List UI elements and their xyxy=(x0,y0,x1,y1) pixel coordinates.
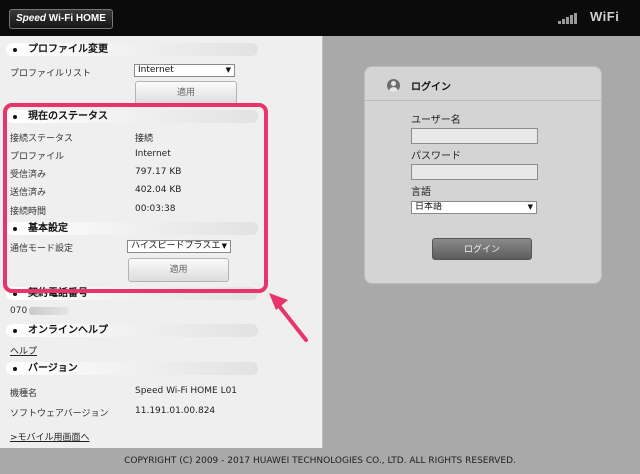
wifi-status-icon: WiFi xyxy=(590,9,620,24)
password-input[interactable] xyxy=(411,164,538,180)
logo-wifi-home-text: Wi-Fi HOME xyxy=(46,13,106,24)
mobile-view-link[interactable]: >モバイル用画面へ xyxy=(10,430,90,443)
model-name-value: Speed Wi-Fi HOME L01 xyxy=(135,386,238,396)
top-bar: Speed Wi-Fi HOME WiFi xyxy=(0,0,640,36)
user-icon xyxy=(387,79,400,92)
logo-speed-text: Speed xyxy=(16,13,47,24)
help-link[interactable]: ヘルプ xyxy=(10,344,37,357)
software-version-label: ソフトウェアバージョン xyxy=(10,409,109,419)
bullet-icon xyxy=(13,48,17,52)
profile-list-select[interactable]: Internet ▼ xyxy=(134,64,235,77)
login-button[interactable]: ログイン xyxy=(432,238,532,260)
contract-number-prefix: 070 xyxy=(10,306,28,316)
chevron-down-icon: ▼ xyxy=(225,66,231,74)
profile-apply-button[interactable]: 適用 xyxy=(135,81,237,105)
profile-list-selected: Internet xyxy=(138,65,174,75)
speed-wifi-home-logo: Speed Wi-Fi HOME xyxy=(9,9,113,29)
section-title: バージョン xyxy=(28,363,78,374)
section-title: プロファイル変更 xyxy=(28,44,108,55)
password-label: パスワード xyxy=(411,151,461,162)
contract-number-value: 070 xyxy=(10,306,70,316)
copyright-footer: COPYRIGHT (C) 2009 - 2017 HUAWEI TECHNOL… xyxy=(0,448,640,474)
username-input[interactable] xyxy=(411,128,538,144)
section-title: オンラインヘルプ xyxy=(28,325,108,336)
language-selected: 日本語 xyxy=(415,202,443,212)
signal-strength-icon xyxy=(558,12,578,24)
redacted-number xyxy=(29,306,70,315)
software-version-value: 11.191.01.00.824 xyxy=(135,406,216,416)
bullet-icon xyxy=(13,367,17,371)
login-panel-header: ログイン xyxy=(365,67,601,101)
language-label: 言語 xyxy=(411,187,431,198)
section-header-version: バージョン xyxy=(6,362,258,375)
username-label: ユーザー名 xyxy=(411,115,461,126)
model-name-label: 機種名 xyxy=(10,389,38,399)
section-header-online-help: オンラインヘルプ xyxy=(6,324,258,337)
bullet-icon xyxy=(13,329,17,333)
language-select[interactable]: 日本語 ▼ xyxy=(411,201,537,214)
highlight-box xyxy=(3,103,268,293)
login-panel: ログイン ユーザー名 パスワード 言語 日本語 ▼ ログイン xyxy=(364,66,602,284)
login-title: ログイン xyxy=(411,82,451,93)
section-header-profile-change: プロファイル変更 xyxy=(6,43,258,56)
annotation-arrow-icon xyxy=(269,293,308,342)
chevron-down-icon: ▼ xyxy=(527,203,533,211)
profile-list-label: プロファイルリスト xyxy=(10,69,92,79)
